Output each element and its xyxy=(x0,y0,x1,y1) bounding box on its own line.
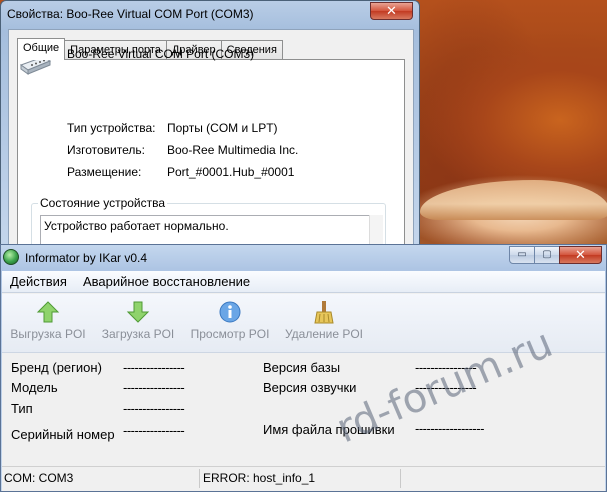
device-status-textbox[interactable]: Устройство работает нормально. xyxy=(40,215,370,245)
status-com-port: COM: COM3 xyxy=(2,469,200,488)
view-poi-label: Просмотр POI xyxy=(190,327,270,341)
download-poi-button[interactable]: Загрузка POI xyxy=(97,300,179,348)
info-value: Порты (COM и LPT) xyxy=(167,121,278,135)
properties-close-button[interactable]: ✕ xyxy=(370,2,413,20)
info-icon xyxy=(219,301,241,323)
properties-dialog-title: Свойства: Boo-Ree Virtual COM Port (COM3… xyxy=(7,7,254,21)
info-key: Тип устройства: xyxy=(67,121,156,135)
firmware-filename-value: ------------------ xyxy=(415,421,484,436)
menubar: Действия Аварийное восстановление xyxy=(2,271,605,293)
menu-emergency-recovery[interactable]: Аварийное восстановление xyxy=(75,271,258,293)
type-value: ---------------- xyxy=(123,401,185,416)
view-poi-button[interactable]: Просмотр POI xyxy=(188,300,272,348)
arrow-down-icon xyxy=(126,301,150,323)
delete-poi-button[interactable]: Удаление POI xyxy=(282,300,366,348)
serial-number-label: Серийный номер xyxy=(11,427,115,442)
brand-value: ---------------- xyxy=(123,360,185,375)
db-version-value: ---------------- xyxy=(415,360,477,375)
voice-version-value: ---------------- xyxy=(415,380,477,395)
statusbar: COM: COM3 ERROR: host_info_1 xyxy=(2,466,605,491)
informator-titlebar: Informator by IKar v0.4 ▭ ▢ ✕ xyxy=(1,245,607,271)
info-key: Размещение: xyxy=(67,165,142,179)
delete-poi-label: Удаление POI xyxy=(284,327,364,341)
upload-poi-button[interactable]: Выгрузка POI xyxy=(8,300,88,348)
app-globe-icon xyxy=(3,249,19,265)
info-value: Port_#0001.Hub_#0001 xyxy=(167,165,295,179)
download-poi-label: Загрузка POI xyxy=(101,327,175,341)
info-value: Boo-Ree Multimedia Inc. xyxy=(167,143,299,157)
device-status-scrollbar[interactable] xyxy=(369,215,383,245)
informator-client: Действия Аварийное восстановление Выгруз… xyxy=(2,271,605,491)
upload-poi-label: Выгрузка POI xyxy=(10,327,86,341)
maximize-button[interactable]: ▢ xyxy=(534,246,560,264)
model-label: Модель xyxy=(11,380,58,395)
device-status-legend: Состояние устройства xyxy=(38,196,168,210)
type-label: Тип xyxy=(11,401,33,416)
tab-general[interactable]: Общие xyxy=(17,38,66,60)
informator-window: Informator by IKar v0.4 ▭ ▢ ✕ Действия А… xyxy=(0,244,607,492)
device-name: Boo-Ree Virtual COM Port (COM3) xyxy=(67,47,255,61)
status-empty-cell xyxy=(402,469,605,488)
arrow-up-icon xyxy=(36,301,60,323)
toolbar: Выгрузка POI Загрузка POI Просмотр POI У… xyxy=(2,294,605,353)
serial-number-value: ---------------- xyxy=(123,423,185,438)
broom-icon xyxy=(314,301,334,324)
status-error: ERROR: host_info_1 xyxy=(201,469,401,488)
info-key: Изготовитель: xyxy=(67,143,145,157)
menu-actions[interactable]: Действия xyxy=(2,271,75,293)
window-buttons: ▭ ▢ ✕ xyxy=(509,246,602,264)
db-version-label: Версия базы xyxy=(263,360,341,375)
voice-version-label: Версия озвучки xyxy=(263,380,357,395)
close-button[interactable]: ✕ xyxy=(559,246,602,264)
model-value: ---------------- xyxy=(123,380,185,395)
device-info-panel: Бренд (регион) ---------------- Модель -… xyxy=(2,354,605,466)
minimize-button[interactable]: ▭ xyxy=(509,246,535,264)
properties-dialog: Свойства: Boo-Ree Virtual COM Port (COM3… xyxy=(0,0,420,259)
informator-title: Informator by IKar v0.4 xyxy=(25,251,148,265)
brand-label: Бренд (регион) xyxy=(11,360,102,375)
firmware-filename-label: Имя файла прошивки xyxy=(263,422,395,437)
